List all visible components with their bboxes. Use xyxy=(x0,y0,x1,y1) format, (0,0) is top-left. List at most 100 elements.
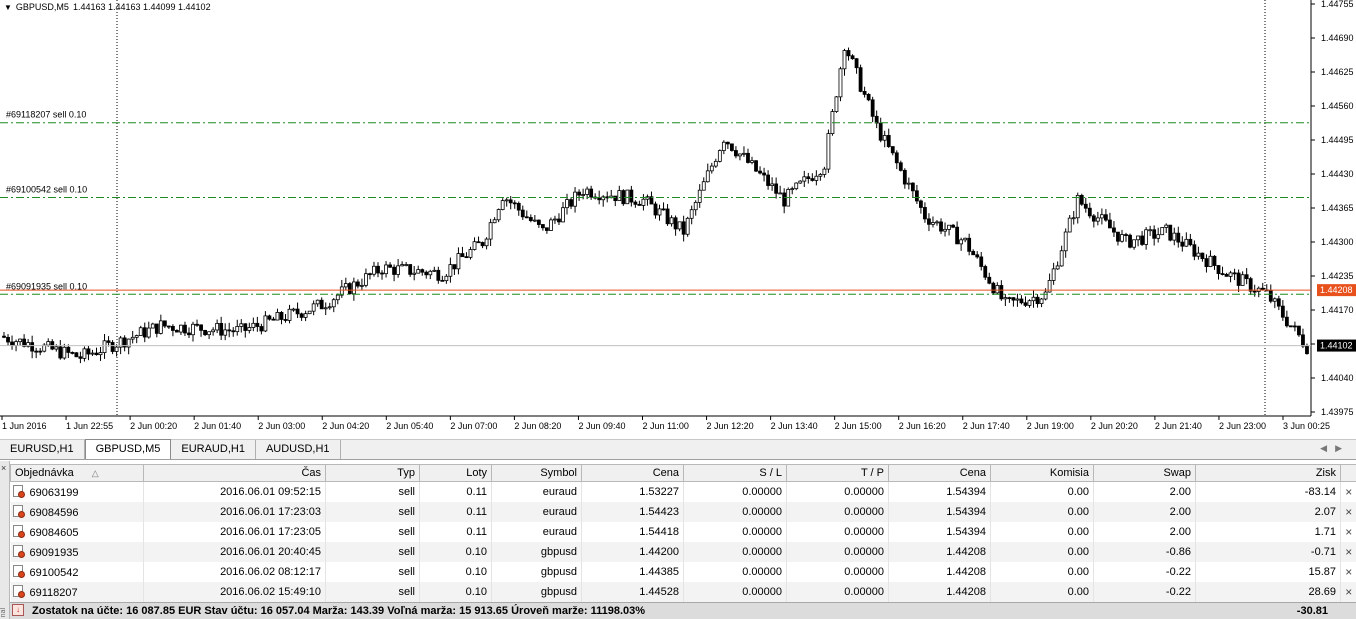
candlestick-chart[interactable]: 1.44755 1.44690 1.44625 1.44560 1.44495 1.444… xyxy=(0,0,1356,437)
column-header[interactable]: Objednávka △ xyxy=(10,464,144,482)
candle-body xyxy=(569,199,573,207)
candle-body xyxy=(858,67,863,92)
tab-eurusd-h1[interactable]: EURUSD,H1 xyxy=(0,440,85,459)
column-header[interactable]: Symbol xyxy=(491,464,582,482)
candle-body xyxy=(1116,231,1120,242)
table-cell: 1.54394 xyxy=(888,521,991,542)
tab-gbpusd-m5[interactable]: GBPUSD,M5 xyxy=(84,439,172,459)
candle-body xyxy=(1019,298,1024,304)
candle-body xyxy=(179,324,183,333)
candle-body xyxy=(448,264,453,277)
table-cell: gbpusd xyxy=(491,541,582,562)
time-label: 2 Jun 04:20 xyxy=(322,421,369,431)
table-body: 69063199 2016.06.01 09:52:15 sell 0.11 eurau… xyxy=(10,481,1356,602)
time-label: 2 Jun 16:20 xyxy=(899,421,946,431)
candle-body xyxy=(138,327,143,336)
candle-body xyxy=(428,270,433,276)
table-cell: 0.10 xyxy=(419,541,492,562)
table-header: Objednávka △ Čas Typ Loty Symbol Cena S / LT / … xyxy=(10,464,1356,482)
candle-body xyxy=(637,203,642,206)
close-order-icon[interactable]: × xyxy=(1340,581,1356,602)
candle-body xyxy=(472,241,477,250)
candle-body xyxy=(597,197,602,201)
table-cell: -83.14 xyxy=(1195,481,1341,502)
column-header[interactable]: Typ xyxy=(325,464,420,482)
column-header[interactable]: Cena xyxy=(888,464,991,482)
order-row[interactable]: 69091935 2016.06.01 20:40:45 sell 0.10 gbpus… xyxy=(10,541,1356,562)
price-label: 1.44430 xyxy=(1321,169,1354,179)
candle-body xyxy=(464,256,469,259)
order-row[interactable]: 69084605 2016.06.01 17:23:05 sell 0.11 eurau… xyxy=(10,521,1356,542)
close-order-icon[interactable]: × xyxy=(1340,521,1356,542)
candle-body xyxy=(1075,195,1080,219)
order-id-cell: 69084596 xyxy=(10,501,144,522)
candle-body xyxy=(10,341,14,346)
order-row[interactable]: 69100542 2016.06.02 08:12:17 sell 0.10 gbpus… xyxy=(10,561,1356,582)
candle-body xyxy=(1023,302,1028,306)
terminal-close-icon[interactable]: × xyxy=(1,463,6,473)
tab-audusd-h1[interactable]: AUDUSD,H1 xyxy=(256,440,341,459)
column-header[interactable]: Komisia xyxy=(990,464,1094,482)
candle-body xyxy=(1224,273,1229,277)
candle-body xyxy=(90,352,95,355)
candle-body xyxy=(480,242,485,247)
candle-body xyxy=(343,283,348,288)
column-header[interactable]: Cena xyxy=(581,464,684,482)
column-header[interactable]: Čas xyxy=(143,464,326,482)
candle-body xyxy=(311,303,316,312)
close-order-icon[interactable]: × xyxy=(1340,501,1356,522)
order-id: 69084596 xyxy=(29,506,79,519)
table-cell: 2016.06.02 08:12:17 xyxy=(143,561,326,582)
candle-body xyxy=(1216,265,1221,274)
candle-body xyxy=(790,188,795,191)
candle-body xyxy=(585,188,590,195)
candle-body xyxy=(259,326,264,332)
order-id-cell: 69100542 xyxy=(10,561,144,582)
candle-body xyxy=(516,202,521,211)
candle-body xyxy=(971,250,976,256)
candle-body xyxy=(1248,278,1253,292)
column-header[interactable]: T / P xyxy=(786,464,889,482)
price-chart[interactable]: 1.44755 1.44690 1.44625 1.44560 1.44495 1.444… xyxy=(0,0,1356,437)
time-label: 2 Jun 17:40 xyxy=(963,421,1010,431)
tab-euraud-h1[interactable]: EURAUD,H1 xyxy=(171,440,256,459)
candle-body xyxy=(1039,298,1044,305)
candle-body xyxy=(283,319,288,321)
table-cell: 0.11 xyxy=(419,521,492,542)
candle-body xyxy=(271,318,276,321)
bid-price-text: 1.44208 xyxy=(1320,285,1353,295)
candle-body xyxy=(146,327,151,338)
table-cell: 15.87 xyxy=(1195,561,1341,582)
close-order-icon[interactable]: × xyxy=(1340,541,1356,562)
column-header[interactable]: Zisk xyxy=(1195,464,1341,482)
tabs-scroll-arrows[interactable]: ◀▶ xyxy=(1320,443,1350,454)
candle-body xyxy=(1015,298,1020,301)
candle-body xyxy=(943,228,947,232)
candle-body xyxy=(175,330,179,333)
close-order-icon[interactable]: × xyxy=(1340,481,1356,502)
order-row[interactable]: 69084596 2016.06.01 17:23:03 sell 0.11 eurau… xyxy=(10,501,1356,522)
table-cell: 2016.06.01 20:40:45 xyxy=(143,541,326,562)
column-header[interactable]: Swap xyxy=(1093,464,1196,482)
candle-body xyxy=(886,135,891,147)
candle-body xyxy=(412,272,417,275)
column-header[interactable]: Loty xyxy=(419,464,492,482)
close-order-icon[interactable]: × xyxy=(1340,561,1356,582)
candle-body xyxy=(1305,345,1309,355)
column-header[interactable]: S / L xyxy=(683,464,787,482)
candle-body xyxy=(18,338,22,343)
chart-menu-icon[interactable]: ▼ xyxy=(4,3,12,12)
candle-body xyxy=(235,326,240,333)
table-cell: 1.44208 xyxy=(888,541,991,562)
table-cell: 2016.06.01 09:52:15 xyxy=(143,481,326,502)
candle-body xyxy=(553,218,557,221)
candle-body xyxy=(520,209,525,218)
order-row[interactable]: 69063199 2016.06.01 09:52:15 sell 0.11 eurau… xyxy=(10,481,1356,502)
order-row[interactable]: 69118207 2016.06.02 15:49:10 sell 0.10 gbpus… xyxy=(10,581,1356,602)
candle-body xyxy=(452,264,457,270)
candle-body xyxy=(496,209,501,221)
candle-body xyxy=(404,264,409,266)
candle-body xyxy=(991,282,996,294)
candle-body xyxy=(388,264,392,268)
candle-body xyxy=(750,160,754,163)
